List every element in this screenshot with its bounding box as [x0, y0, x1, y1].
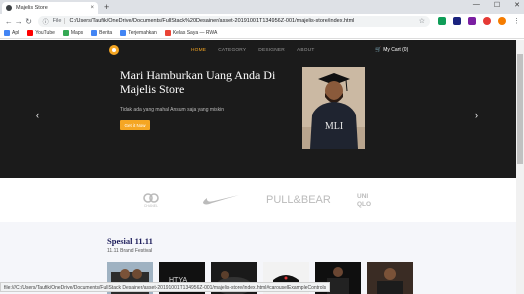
- address-bar[interactable]: ⓘ File C:/Users/Taufik/OneDrive/Document…: [37, 15, 431, 27]
- bookmark-item[interactable]: YouTube: [27, 30, 55, 36]
- menu-dots-icon[interactable]: ⋮: [513, 17, 520, 25]
- browser-tab[interactable]: Majelis Store ×: [2, 2, 98, 14]
- chanel-logo[interactable]: CHANEL: [140, 192, 162, 210]
- nike-logo[interactable]: nike: [202, 194, 240, 208]
- scrollbar-thumb[interactable]: [517, 54, 523, 164]
- uniqlo-logo[interactable]: UNI QLO: [356, 190, 374, 210]
- hero-subtext: Tidak ada yang mahal Ansum saja yang mis…: [120, 107, 225, 113]
- forward-icon[interactable]: →: [14, 17, 24, 26]
- page-favicon-icon: [6, 5, 12, 11]
- website-viewport: HOME CATEGORY DESIGNER ABOUT 🛒 My Cart (…: [0, 40, 516, 294]
- window-controls: — ☐ ✕: [473, 1, 520, 9]
- info-icon[interactable]: ⓘ: [43, 17, 49, 26]
- bookmark-star-icon[interactable]: ☆: [419, 17, 425, 25]
- site-menu: HOME CATEGORY DESIGNER ABOUT: [191, 48, 314, 53]
- brand-logos: CHANEL nike PULL&BEAR UNI QLO: [0, 178, 516, 222]
- extension-icon[interactable]: [483, 17, 492, 25]
- reload-icon[interactable]: ↻: [24, 17, 34, 26]
- svg-text:nike: nike: [202, 194, 204, 195]
- hero-heading: Mari Hamburkan Uang Anda Di Majelis Stor…: [120, 68, 276, 96]
- bookmark-label: Maps: [70, 30, 84, 36]
- news-icon: [91, 30, 98, 36]
- youtube-icon: [27, 30, 34, 36]
- carousel-prev-icon[interactable]: ‹: [36, 110, 39, 120]
- close-window-button[interactable]: ✕: [514, 1, 520, 9]
- site-logo[interactable]: [109, 45, 119, 55]
- tab-strip: Majelis Store × + — ☐ ✕: [0, 0, 524, 14]
- site-navbar: HOME CATEGORY DESIGNER ABOUT 🛒 My Cart (…: [0, 40, 516, 60]
- tab-title: Majelis Store: [16, 5, 48, 11]
- nav-about[interactable]: ABOUT: [297, 48, 315, 53]
- link-status-bar: file:///C:/Users/Taufik/OneDrive/Documen…: [0, 282, 331, 292]
- translate-icon: [120, 30, 127, 36]
- back-icon[interactable]: ←: [4, 17, 14, 26]
- nav-designer[interactable]: DESIGNER: [258, 48, 285, 53]
- cart-link[interactable]: 🛒 My Cart (0): [375, 47, 408, 53]
- class-icon: [164, 30, 171, 36]
- bookmark-label: Apl: [12, 30, 20, 36]
- hero-model-photo: MLI: [302, 67, 365, 149]
- maps-icon: [62, 30, 69, 36]
- bookmark-item[interactable]: Apl: [4, 30, 19, 36]
- bookmark-label: Kelas Saya — RWA: [172, 30, 218, 36]
- get-it-now-button[interactable]: Get it Now: [120, 120, 150, 130]
- svg-text:UNI: UNI: [357, 193, 368, 200]
- bookmark-item[interactable]: Kelas Saya — RWA: [164, 30, 218, 36]
- tab-close-icon[interactable]: ×: [90, 5, 94, 11]
- bookmark-label: YouTube: [35, 30, 55, 36]
- new-tab-button[interactable]: +: [104, 2, 109, 12]
- special-title: Spesial 11.11: [107, 236, 153, 246]
- svg-text:QLO: QLO: [357, 201, 371, 208]
- product-thumbnail[interactable]: [367, 262, 413, 294]
- url-text[interactable]: C:/Users/Taufik/OneDrive/Documents/FullS…: [69, 18, 414, 24]
- file-label: File: [53, 18, 66, 24]
- browser-toolbar: ← → ↻ ⓘ File C:/Users/Taufik/OneDrive/Do…: [0, 14, 524, 28]
- svg-text:CHANEL: CHANEL: [144, 204, 158, 208]
- extension-icon[interactable]: [468, 17, 477, 25]
- bookmark-item[interactable]: Maps: [62, 30, 84, 36]
- bookmark-item[interactable]: Berita: [91, 30, 112, 36]
- minimize-button[interactable]: —: [473, 1, 480, 9]
- bookmark-label: Terjemahkan: [128, 30, 157, 36]
- extensions: ⋮: [438, 17, 520, 25]
- apps-icon: [4, 30, 10, 36]
- extension-icon[interactable]: [453, 17, 462, 25]
- special-subtitle: 11.11 Brand Festival: [107, 248, 153, 254]
- shirt-text: MLI: [325, 121, 343, 132]
- nav-home[interactable]: HOME: [191, 48, 206, 53]
- maximize-button[interactable]: ☐: [494, 1, 500, 9]
- bookmark-item[interactable]: Terjemahkan: [120, 30, 157, 36]
- bookmarks-bar: Apl YouTube Maps Berita Terjemahkan Kela…: [0, 28, 524, 39]
- nav-category[interactable]: CATEGORY: [218, 48, 246, 53]
- pullandbear-logo[interactable]: PULL&BEAR: [266, 194, 331, 206]
- extension-icon[interactable]: [438, 17, 447, 25]
- carousel-next-icon[interactable]: ›: [475, 110, 478, 120]
- bookmark-label: Berita: [99, 30, 113, 36]
- page-scrollbar[interactable]: [516, 40, 524, 294]
- logo-dot-icon: [112, 48, 116, 52]
- profile-avatar[interactable]: [498, 17, 507, 25]
- cart-label: My Cart (0): [383, 47, 409, 53]
- cart-icon: 🛒: [375, 47, 382, 53]
- hero-section: HOME CATEGORY DESIGNER ABOUT 🛒 My Cart (…: [0, 40, 516, 178]
